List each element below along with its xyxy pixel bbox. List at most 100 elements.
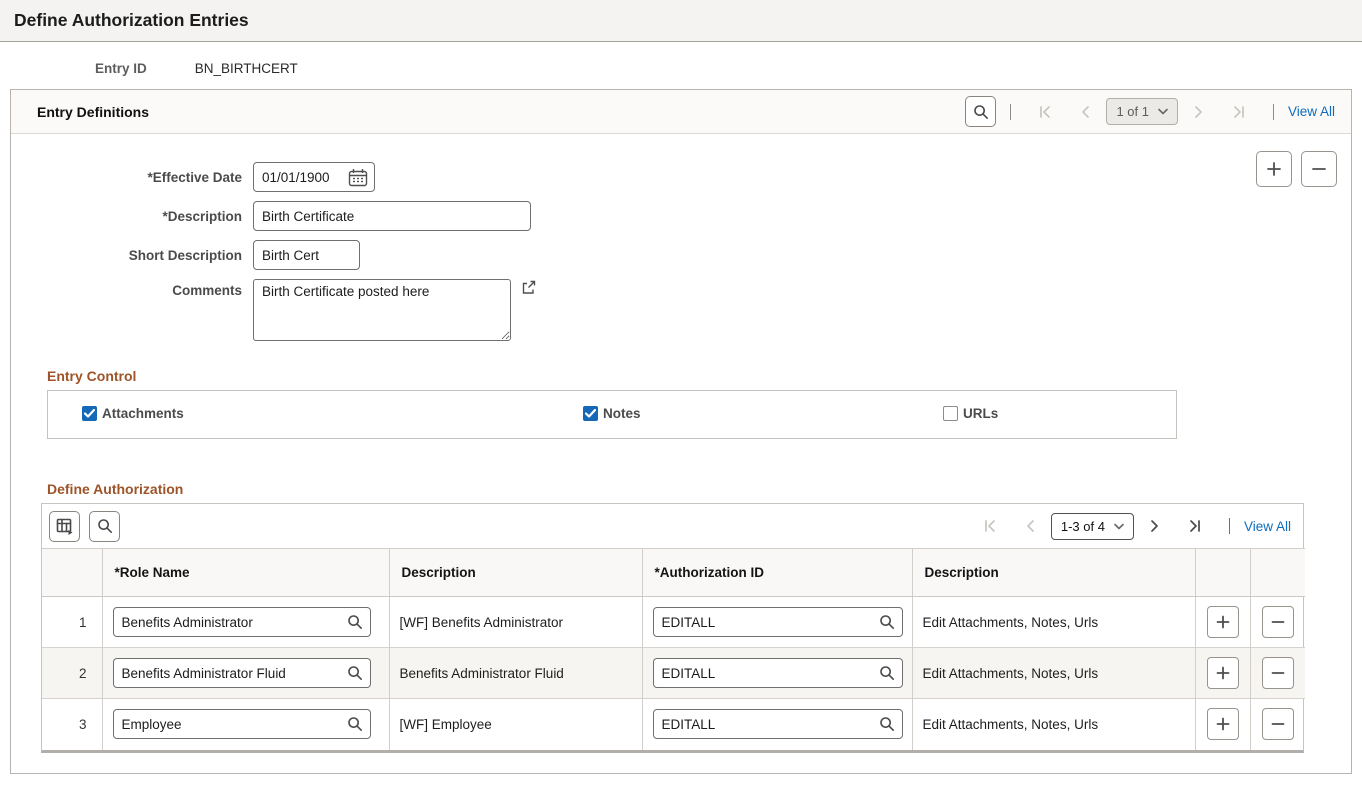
urls-label: URLs	[963, 406, 998, 421]
previous-page-icon	[1024, 519, 1038, 533]
role-name-input[interactable]	[122, 615, 327, 630]
delete-row-button[interactable]	[1262, 708, 1294, 740]
table-header-row: *Role Name Description *Authorization ID…	[42, 549, 1305, 597]
lookup-icon[interactable]	[879, 716, 895, 732]
table-row: 2 Benefits Administrator Fluid	[42, 648, 1305, 699]
row-add-remove-controls	[1256, 151, 1337, 187]
lookup-icon[interactable]	[879, 614, 895, 630]
chevron-down-icon	[1114, 523, 1124, 530]
entry-definitions-groupbox: Entry Definitions 1 of 1	[10, 89, 1352, 774]
authorization-description: Edit Attachments, Notes, Urls	[912, 699, 1195, 750]
grid-action-menu-button[interactable]	[49, 511, 80, 542]
lookup-icon[interactable]	[879, 665, 895, 681]
comments-textarea[interactable]: Birth Certificate posted here	[253, 279, 511, 341]
role-name-input[interactable]	[122, 666, 327, 681]
search-icon	[973, 104, 989, 120]
checkmark-icon	[84, 409, 95, 418]
last-page-button[interactable]	[1187, 519, 1202, 533]
role-name-input[interactable]	[122, 717, 327, 732]
row-number: 2	[42, 648, 102, 699]
auth-description-column-header: Description	[912, 549, 1195, 597]
page-header: Define Authorization Entries	[0, 0, 1362, 42]
delete-row-button[interactable]	[1262, 657, 1294, 689]
page-range-select[interactable]: 1-3 of 4	[1051, 513, 1134, 540]
minus-icon	[1270, 665, 1286, 681]
next-page-icon	[1191, 105, 1205, 119]
description-input[interactable]	[253, 201, 531, 231]
description-column-header: Description	[389, 549, 642, 597]
urls-checkbox[interactable]	[943, 406, 958, 421]
page-title: Define Authorization Entries	[14, 10, 249, 31]
attachments-label: Attachments	[102, 406, 184, 421]
add-row-button[interactable]	[1207, 606, 1239, 638]
view-all-link[interactable]: View All	[1288, 104, 1335, 119]
authorization-id-column-header: *Authorization ID	[642, 549, 912, 597]
notes-label: Notes	[603, 406, 641, 421]
entry-control-box: Attachments Notes URLs	[47, 390, 1177, 439]
description-label: *Description	[11, 209, 253, 224]
comments-row: Comments Birth Certificate posted here	[11, 279, 1351, 341]
grid-search-button[interactable]	[89, 511, 120, 542]
first-page-icon	[1038, 105, 1053, 119]
effective-date-label: *Effective Date	[11, 170, 253, 185]
page-range-select[interactable]: 1 of 1	[1106, 98, 1178, 125]
lookup-icon[interactable]	[347, 665, 363, 681]
next-page-button[interactable]	[1191, 105, 1205, 119]
first-page-icon	[983, 519, 998, 533]
notes-checkbox[interactable]	[583, 406, 598, 421]
authorization-id-input[interactable]	[662, 615, 860, 630]
checkbox-notes[interactable]: Notes	[583, 406, 641, 421]
comments-label: Comments	[11, 279, 253, 298]
authorization-id-input[interactable]	[662, 666, 860, 681]
last-page-button[interactable]	[1231, 105, 1246, 119]
previous-page-button[interactable]	[1079, 105, 1093, 119]
calendar-icon	[348, 168, 368, 187]
description-row: *Description	[11, 201, 1351, 231]
effective-date-input[interactable]	[262, 170, 334, 185]
pagination-divider	[1010, 104, 1011, 120]
delete-row-button[interactable]	[1301, 151, 1337, 187]
add-row-button[interactable]	[1207, 708, 1239, 740]
role-name-column-header: *Role Name	[102, 549, 389, 597]
lookup-icon[interactable]	[347, 614, 363, 630]
lookup-icon[interactable]	[347, 716, 363, 732]
attachments-checkbox[interactable]	[82, 406, 97, 421]
next-page-button[interactable]	[1147, 519, 1161, 533]
minus-icon	[1310, 160, 1328, 178]
expand-comments-button[interactable]	[520, 279, 537, 296]
checkbox-urls[interactable]: URLs	[943, 406, 998, 421]
delete-row-button[interactable]	[1262, 606, 1294, 638]
role-name-fieldbox	[113, 607, 371, 637]
search-button[interactable]	[965, 96, 996, 127]
last-page-icon	[1231, 105, 1246, 119]
next-page-icon	[1147, 519, 1161, 533]
entry-id-label: Entry ID	[95, 61, 147, 76]
rownum-column-header	[42, 549, 102, 597]
short-description-row: Short Description	[11, 240, 1351, 270]
table-row: 1 [WF] Benefits Administrator	[42, 597, 1305, 648]
add-row-button[interactable]	[1256, 151, 1292, 187]
plus-icon	[1265, 160, 1283, 178]
entry-id-row: Entry ID BN_BIRTHCERT	[95, 61, 1362, 76]
checkbox-attachments[interactable]: Attachments	[82, 406, 184, 421]
calendar-button[interactable]	[348, 168, 368, 187]
effective-date-row: *Effective Date	[11, 162, 1351, 192]
entry-id-value: BN_BIRTHCERT	[195, 61, 298, 76]
row-number: 1	[42, 597, 102, 648]
view-all-link[interactable]: View All	[1244, 519, 1291, 534]
previous-page-icon	[1079, 105, 1093, 119]
short-description-input[interactable]	[253, 240, 360, 270]
entry-definitions-pagination: 1 of 1 View All	[965, 96, 1335, 127]
authorization-id-input[interactable]	[662, 717, 860, 732]
page-range-value: 1-3 of 4	[1061, 519, 1105, 534]
add-column-header	[1195, 549, 1250, 597]
grid-action-icon	[56, 518, 74, 535]
first-page-button[interactable]	[983, 519, 998, 533]
delete-column-header	[1250, 549, 1305, 597]
add-row-button[interactable]	[1207, 657, 1239, 689]
first-page-button[interactable]	[1038, 105, 1053, 119]
previous-page-button[interactable]	[1024, 519, 1038, 533]
authorization-id-fieldbox	[653, 709, 903, 739]
entry-definitions-title: Entry Definitions	[37, 104, 149, 120]
role-description: [WF] Employee	[389, 699, 642, 750]
